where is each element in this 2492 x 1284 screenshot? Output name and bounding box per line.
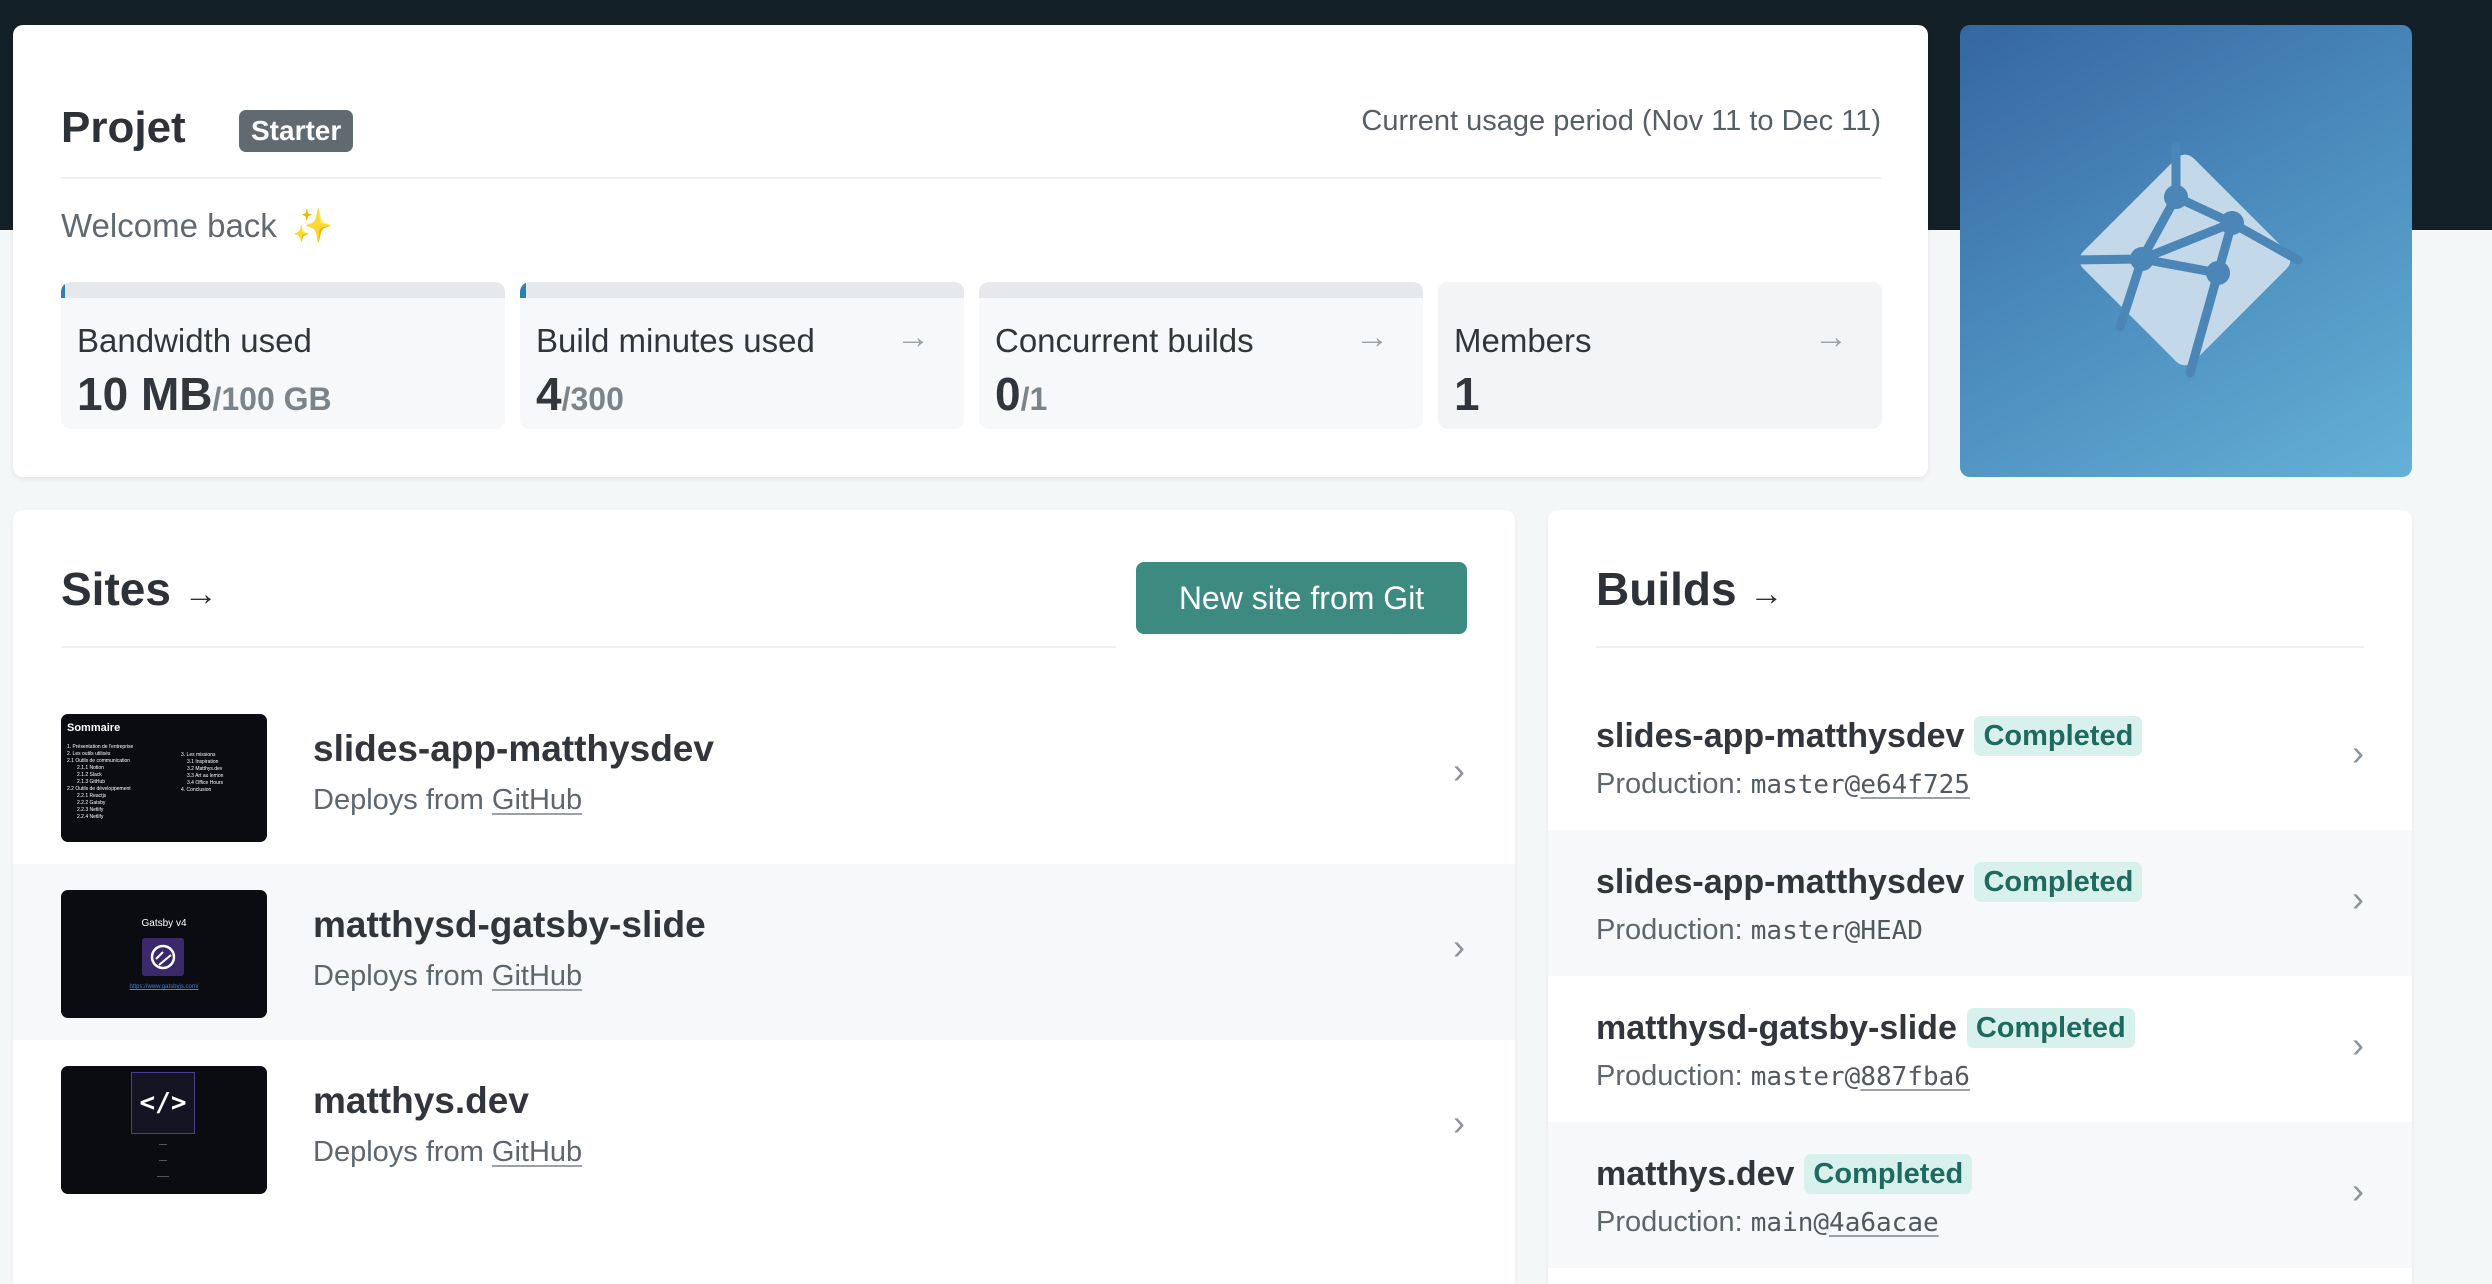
site-name[interactable]: matthysd-gatsby-slide xyxy=(313,904,706,946)
commit-ref: HEAD xyxy=(1860,916,1923,946)
arrow-right-icon[interactable]: → xyxy=(1814,318,1848,357)
site-deploy-source: Deploys from GitHub xyxy=(313,960,583,992)
build-row[interactable]: matthys.dev Completed Production: main@4a… xyxy=(1548,1122,2412,1268)
chevron-right-icon[interactable]: › xyxy=(2352,1170,2364,1212)
builds-title[interactable]: Builds xyxy=(1596,563,1737,615)
github-link[interactable]: GitHub xyxy=(492,1136,582,1168)
thumb-link: https://www.gatsbyjs.com/ xyxy=(129,984,199,990)
build-site-name: slides-app-matthysdev Completed xyxy=(1596,862,2143,902)
usage-value: 1 xyxy=(1454,368,1480,420)
site-row[interactable]: </> matthys.dev Deploys from GitHub › xyxy=(13,1040,1515,1216)
build-minutes-progress-fill xyxy=(520,282,526,298)
chevron-right-icon[interactable]: › xyxy=(1453,1102,1465,1144)
bandwidth-progress-fill xyxy=(61,282,65,298)
new-site-from-git-button[interactable]: New site from Git xyxy=(1136,562,1467,634)
site-row[interactable]: Sommaire 1. Présentation de l'entreprise… xyxy=(13,688,1515,864)
usage-label: Build minutes used xyxy=(536,322,815,359)
sites-title-link[interactable]: Sites → xyxy=(61,562,218,616)
project-header: Projet Starter Current usage period (Nov… xyxy=(61,75,1881,179)
team-logo-card xyxy=(1960,25,2412,477)
sites-card: Sites → New site from Git Sommaire 1. Pr… xyxy=(13,510,1515,1284)
usage-label: Members xyxy=(1454,322,1592,359)
thumb-heading: Sommaire xyxy=(67,722,121,734)
status-badge: Completed xyxy=(1974,862,2143,902)
thumb-heading: Gatsby v4 xyxy=(141,918,187,929)
builds-card: Builds → slides-app-matthysdev Completed … xyxy=(1548,510,2412,1284)
github-link[interactable]: GitHub xyxy=(492,784,582,816)
sites-title[interactable]: Sites xyxy=(61,563,171,615)
site-thumbnail: Sommaire 1. Présentation de l'entreprise… xyxy=(61,714,267,842)
commit-link[interactable]: e64f725 xyxy=(1860,770,1970,800)
chevron-right-icon[interactable]: › xyxy=(2352,732,2364,774)
arrow-right-icon: → xyxy=(1749,575,1784,613)
usage-tile-build-minutes[interactable]: Build minutes used 4/300 → xyxy=(520,282,964,429)
arrow-right-icon: → xyxy=(183,575,218,613)
bandwidth-progress-bar xyxy=(61,282,505,298)
usage-tile-members[interactable]: Members 1 → xyxy=(1438,282,1882,429)
chevron-right-icon[interactable]: › xyxy=(1453,926,1465,968)
status-badge: Completed xyxy=(1974,716,2143,756)
chevron-right-icon[interactable]: › xyxy=(1453,750,1465,792)
sites-header xyxy=(61,560,1116,648)
site-thumbnail: </> xyxy=(61,1066,267,1194)
status-badge: Completed xyxy=(1966,1008,2135,1048)
build-ref: Production: master@HEAD xyxy=(1596,914,1923,946)
build-row[interactable]: slides-app-matthysdev Completed Productio… xyxy=(1548,830,2412,976)
site-deploy-source: Deploys from GitHub xyxy=(313,784,583,816)
chevron-right-icon[interactable]: › xyxy=(2352,878,2364,920)
sparkle-icon: ✨ xyxy=(291,207,334,244)
thumb-toc-right: 3. Les missions 3.1 Inspiration 3.2 Matthy… xyxy=(181,752,224,793)
commit-link[interactable]: 887fba6 xyxy=(1860,1062,1970,1092)
usage-tile-concurrent-builds[interactable]: Concurrent builds 0/1 → xyxy=(979,282,1423,429)
gatsby-logo-icon xyxy=(142,938,184,976)
code-logo-icon: </> xyxy=(131,1072,195,1134)
site-thumbnail: Gatsby v4 https://www.gatsbyjs.com/ xyxy=(61,890,267,1018)
project-overview-card: Projet Starter Current usage period (Nov… xyxy=(13,25,1928,477)
build-ref: Production: master@887fba6 xyxy=(1596,1060,1970,1092)
welcome-text: Welcome back xyxy=(61,207,277,244)
welcome-message: Welcome back ✨ xyxy=(61,207,333,246)
site-deploy-source: Deploys from GitHub xyxy=(313,1136,583,1168)
usage-label: Concurrent builds xyxy=(995,322,1254,359)
github-link[interactable]: GitHub xyxy=(492,960,582,992)
site-row[interactable]: Gatsby v4 https://www.gatsbyjs.com/ matt… xyxy=(13,864,1515,1040)
usage-value: 10 MB/100 GB xyxy=(77,368,332,420)
build-ref: Production: master@e64f725 xyxy=(1596,768,1970,800)
commit-link[interactable]: 4a6acae xyxy=(1829,1208,1939,1238)
site-name[interactable]: slides-app-matthysdev xyxy=(313,728,714,770)
build-site-name: matthysd-gatsby-slide Completed xyxy=(1596,1008,2135,1048)
build-ref: Production: main@4a6acae xyxy=(1596,1206,1939,1238)
build-row[interactable]: slides-app-matthysdev Completed Productio… xyxy=(1548,684,2412,830)
usage-label: Bandwidth used xyxy=(77,322,312,359)
concurrent-builds-progress-bar xyxy=(979,282,1423,298)
usage-value: 4/300 xyxy=(536,368,624,420)
build-row[interactable]: matthysd-gatsby-slide Completed Productio… xyxy=(1548,976,2412,1122)
usage-period: Current usage period (Nov 11 to Dec 11) xyxy=(1361,105,1881,137)
arrow-right-icon[interactable]: → xyxy=(1355,318,1389,357)
build-site-name: slides-app-matthysdev Completed xyxy=(1596,716,2143,756)
project-name: Projet xyxy=(61,103,186,152)
arrow-right-icon[interactable]: → xyxy=(896,318,930,357)
netlify-logo-icon xyxy=(2067,142,2303,378)
usage-value: 0/1 xyxy=(995,368,1048,420)
status-badge: Completed xyxy=(1804,1154,1973,1194)
build-minutes-progress-bar xyxy=(520,282,964,298)
build-site-name: matthys.dev Completed xyxy=(1596,1154,1973,1194)
thumb-toc-left: 1. Présentation de l'entreprise 2. Les ou… xyxy=(67,744,134,820)
usage-tile-bandwidth: Bandwidth used 10 MB/100 GB xyxy=(61,282,505,429)
builds-title-link[interactable]: Builds → xyxy=(1596,562,1783,616)
site-name[interactable]: matthys.dev xyxy=(313,1080,529,1122)
chevron-right-icon[interactable]: › xyxy=(2352,1024,2364,1066)
plan-badge: Starter xyxy=(239,110,354,152)
